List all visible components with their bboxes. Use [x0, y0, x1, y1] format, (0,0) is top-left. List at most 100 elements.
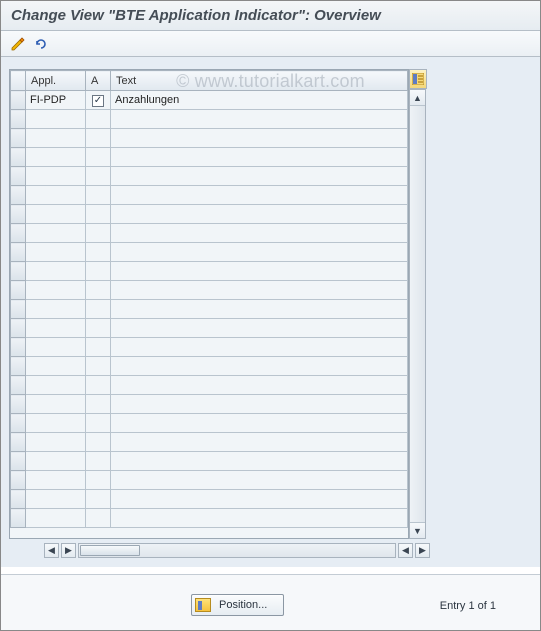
row-selector[interactable] [11, 243, 26, 262]
cell-appl[interactable] [26, 471, 86, 490]
table-row[interactable] [11, 357, 408, 376]
cell-appl[interactable] [26, 319, 86, 338]
row-selector[interactable] [11, 490, 26, 509]
cell-appl[interactable] [26, 452, 86, 471]
row-selector[interactable] [11, 129, 26, 148]
cell-appl[interactable] [26, 110, 86, 129]
hscroll-thumb[interactable] [80, 545, 140, 556]
select-all-header[interactable] [11, 71, 26, 91]
cell-active[interactable] [86, 452, 111, 471]
cell-text[interactable] [111, 376, 408, 395]
table-row[interactable] [11, 300, 408, 319]
cell-appl[interactable] [26, 395, 86, 414]
table-row[interactable] [11, 110, 408, 129]
cell-appl[interactable] [26, 224, 86, 243]
cell-active[interactable] [86, 110, 111, 129]
scroll-down-icon[interactable]: ▼ [410, 522, 425, 538]
cell-active[interactable] [86, 148, 111, 167]
row-selector[interactable] [11, 319, 26, 338]
table-row[interactable] [11, 338, 408, 357]
cell-appl[interactable] [26, 281, 86, 300]
cell-text[interactable] [111, 300, 408, 319]
row-selector[interactable] [11, 167, 26, 186]
row-selector[interactable] [11, 186, 26, 205]
row-selector[interactable] [11, 91, 26, 110]
row-selector[interactable] [11, 110, 26, 129]
table-row[interactable] [11, 376, 408, 395]
scroll-right-icon[interactable]: ◀ [398, 543, 413, 558]
cell-text[interactable] [111, 338, 408, 357]
cell-appl[interactable] [26, 414, 86, 433]
table-row[interactable] [11, 395, 408, 414]
cell-active[interactable] [86, 490, 111, 509]
table-row[interactable] [11, 243, 408, 262]
cell-active[interactable] [86, 414, 111, 433]
row-selector[interactable] [11, 452, 26, 471]
row-selector[interactable] [11, 357, 26, 376]
row-selector[interactable] [11, 281, 26, 300]
table-row[interactable] [11, 509, 408, 528]
cell-text[interactable] [111, 395, 408, 414]
cell-active[interactable] [86, 262, 111, 281]
table-row[interactable] [11, 490, 408, 509]
cell-active[interactable] [86, 243, 111, 262]
table-row[interactable] [11, 205, 408, 224]
table-row[interactable] [11, 167, 408, 186]
table-row[interactable] [11, 186, 408, 205]
row-selector[interactable] [11, 205, 26, 224]
cell-appl[interactable] [26, 490, 86, 509]
cell-text[interactable] [111, 167, 408, 186]
table-row[interactable] [11, 433, 408, 452]
row-selector[interactable] [11, 338, 26, 357]
scroll-right-last-icon[interactable]: ▶ [415, 543, 430, 558]
cell-text[interactable] [111, 490, 408, 509]
cell-active[interactable] [86, 281, 111, 300]
cell-active[interactable] [86, 186, 111, 205]
cell-active[interactable] [86, 376, 111, 395]
cell-text[interactable] [111, 110, 408, 129]
table-row[interactable] [11, 319, 408, 338]
table-settings-icon[interactable] [409, 69, 427, 89]
row-selector[interactable] [11, 148, 26, 167]
table-row[interactable] [11, 129, 408, 148]
table-row[interactable] [11, 471, 408, 490]
row-selector[interactable] [11, 376, 26, 395]
cell-appl[interactable] [26, 338, 86, 357]
table-row[interactable]: FI-PDP✓Anzahlungen [11, 91, 408, 110]
row-selector[interactable] [11, 262, 26, 281]
row-selector[interactable] [11, 509, 26, 528]
cell-active[interactable] [86, 224, 111, 243]
col-header-active[interactable]: A [86, 71, 111, 91]
table-row[interactable] [11, 414, 408, 433]
edit-pencil-icon[interactable] [9, 35, 27, 53]
row-selector[interactable] [11, 414, 26, 433]
cell-active[interactable] [86, 433, 111, 452]
cell-appl[interactable] [26, 186, 86, 205]
cell-appl[interactable] [26, 262, 86, 281]
cell-appl[interactable] [26, 205, 86, 224]
row-selector[interactable] [11, 471, 26, 490]
cell-active[interactable]: ✓ [86, 91, 111, 110]
cell-active[interactable] [86, 395, 111, 414]
scroll-left-first-icon[interactable]: ◀ [44, 543, 59, 558]
cell-text[interactable] [111, 452, 408, 471]
cell-active[interactable] [86, 167, 111, 186]
cell-text[interactable] [111, 186, 408, 205]
cell-appl[interactable] [26, 300, 86, 319]
cell-appl[interactable] [26, 243, 86, 262]
cell-text[interactable] [111, 243, 408, 262]
cell-text[interactable] [111, 205, 408, 224]
checkbox-icon[interactable]: ✓ [92, 95, 104, 107]
undo-icon[interactable] [31, 35, 49, 53]
cell-text[interactable]: Anzahlungen [111, 91, 408, 110]
cell-active[interactable] [86, 338, 111, 357]
cell-text[interactable] [111, 224, 408, 243]
cell-active[interactable] [86, 357, 111, 376]
cell-text[interactable] [111, 471, 408, 490]
hscroll-track[interactable] [78, 543, 396, 558]
position-button[interactable]: Position... [191, 594, 284, 616]
cell-text[interactable] [111, 281, 408, 300]
table-row[interactable] [11, 281, 408, 300]
cell-text[interactable] [111, 319, 408, 338]
vertical-scrollbar[interactable]: ▲ ▼ [409, 89, 426, 539]
